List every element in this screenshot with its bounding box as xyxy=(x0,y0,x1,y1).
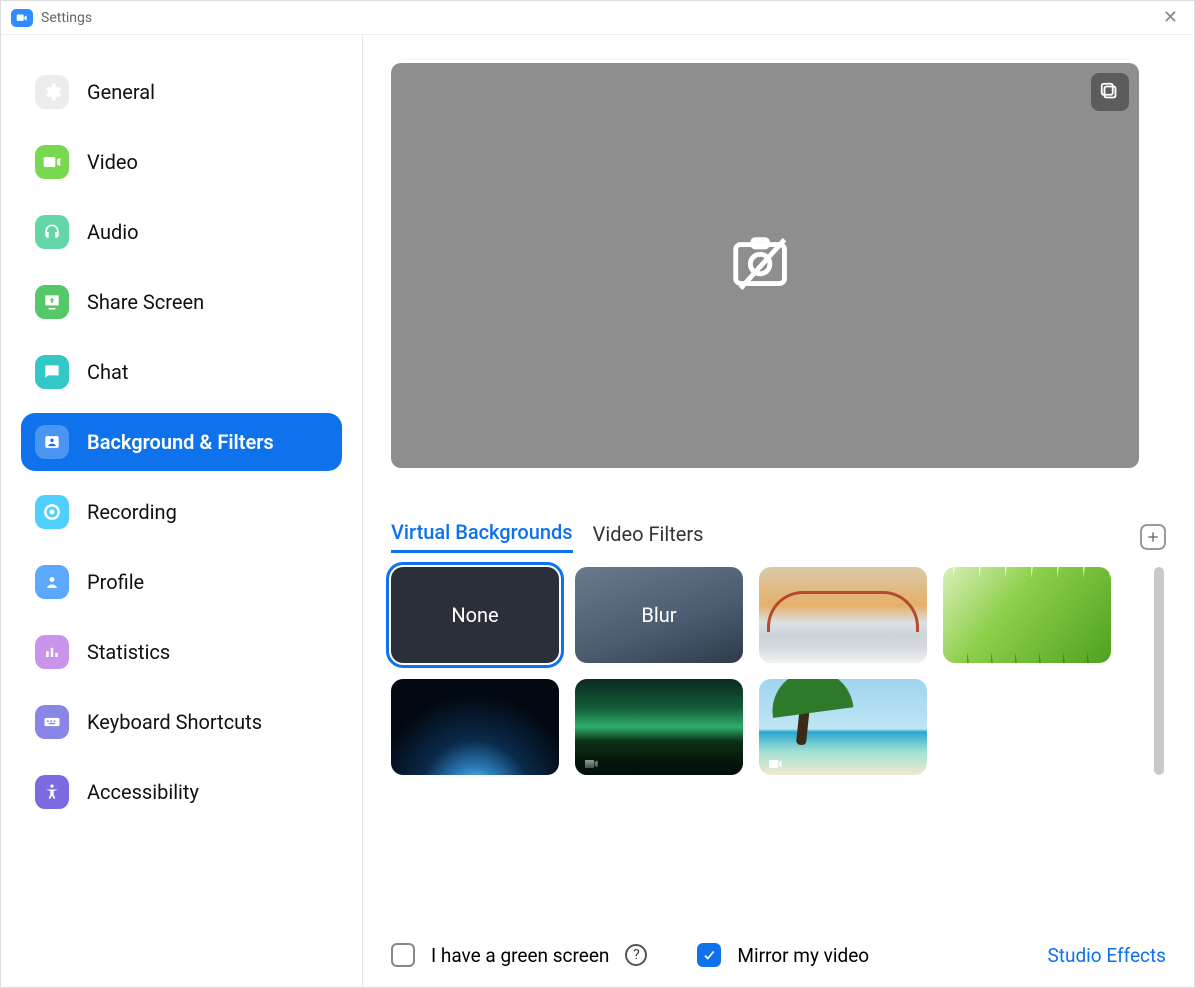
background-thumbnails: None Blur xyxy=(391,567,1146,775)
sidebar-item-label: Keyboard Shortcuts xyxy=(87,710,262,734)
sidebar-item-profile[interactable]: Profile xyxy=(21,553,342,611)
zoom-app-icon xyxy=(11,9,33,27)
gear-icon xyxy=(35,75,69,109)
add-background-button[interactable] xyxy=(1140,524,1166,550)
green-screen-label: I have a green screen xyxy=(431,944,609,967)
content-area: Virtual Backgrounds Video Filters None B… xyxy=(363,35,1194,987)
background-option-image[interactable] xyxy=(759,567,927,663)
background-option-blur[interactable]: Blur xyxy=(575,567,743,663)
video-icon xyxy=(35,145,69,179)
background-option-video[interactable] xyxy=(575,679,743,775)
sidebar-item-share-screen[interactable]: Share Screen xyxy=(21,273,342,331)
sidebar-item-label: Share Screen xyxy=(87,290,204,314)
settings-sidebar: General Video Audio Share Screen xyxy=(1,35,363,987)
background-option-none[interactable]: None xyxy=(391,567,559,663)
video-preview xyxy=(391,63,1139,468)
headphones-icon xyxy=(35,215,69,249)
background-icon xyxy=(35,425,69,459)
sidebar-item-keyboard-shortcuts[interactable]: Keyboard Shortcuts xyxy=(21,693,342,751)
sidebar-item-label: Recording xyxy=(87,500,177,524)
titlebar: Settings ✕ xyxy=(1,1,1194,35)
sidebar-item-label: Accessibility xyxy=(87,780,199,804)
accessibility-icon xyxy=(35,775,69,809)
sidebar-item-audio[interactable]: Audio xyxy=(21,203,342,261)
chat-icon xyxy=(35,355,69,389)
sidebar-item-label: Audio xyxy=(87,220,139,244)
background-option-image[interactable] xyxy=(943,567,1111,663)
video-badge-icon xyxy=(765,753,785,769)
background-label: Blur xyxy=(641,603,676,627)
mirror-video-checkbox[interactable] xyxy=(697,943,721,967)
sidebar-item-label: General xyxy=(87,80,155,104)
rotate-camera-button[interactable] xyxy=(1091,73,1129,111)
video-badge-icon xyxy=(581,753,601,769)
sidebar-item-label: Video xyxy=(87,150,138,174)
background-label: None xyxy=(451,603,498,627)
tab-virtual-backgrounds[interactable]: Virtual Backgrounds xyxy=(391,520,573,553)
record-icon xyxy=(35,495,69,529)
sidebar-item-label: Background & Filters xyxy=(87,430,274,454)
keyboard-icon xyxy=(35,705,69,739)
camera-off-icon xyxy=(726,225,804,307)
sidebar-item-background-filters[interactable]: Background & Filters xyxy=(21,413,342,471)
help-icon[interactable]: ? xyxy=(625,944,647,966)
sidebar-item-recording[interactable]: Recording xyxy=(21,483,342,541)
statistics-icon xyxy=(35,635,69,669)
mirror-video-label: Mirror my video xyxy=(737,944,869,967)
sidebar-item-statistics[interactable]: Statistics xyxy=(21,623,342,681)
sidebar-item-accessibility[interactable]: Accessibility xyxy=(21,763,342,821)
studio-effects-link[interactable]: Studio Effects xyxy=(1047,944,1166,967)
sidebar-item-label: Chat xyxy=(87,360,128,384)
background-option-image[interactable] xyxy=(391,679,559,775)
window-title: Settings xyxy=(41,10,92,26)
thumbnail-scrollbar[interactable] xyxy=(1154,567,1166,775)
sidebar-item-label: Statistics xyxy=(87,640,170,664)
background-option-video[interactable] xyxy=(759,679,927,775)
sidebar-item-video[interactable]: Video xyxy=(21,133,342,191)
tab-video-filters[interactable]: Video Filters xyxy=(593,522,704,552)
sidebar-item-general[interactable]: General xyxy=(21,63,342,121)
green-screen-checkbox[interactable] xyxy=(391,943,415,967)
sidebar-item-chat[interactable]: Chat xyxy=(21,343,342,401)
share-screen-icon xyxy=(35,285,69,319)
close-icon[interactable]: ✕ xyxy=(1157,5,1184,30)
profile-icon xyxy=(35,565,69,599)
footer-controls: I have a green screen ? Mirror my video … xyxy=(391,915,1166,967)
sidebar-item-label: Profile xyxy=(87,570,144,594)
